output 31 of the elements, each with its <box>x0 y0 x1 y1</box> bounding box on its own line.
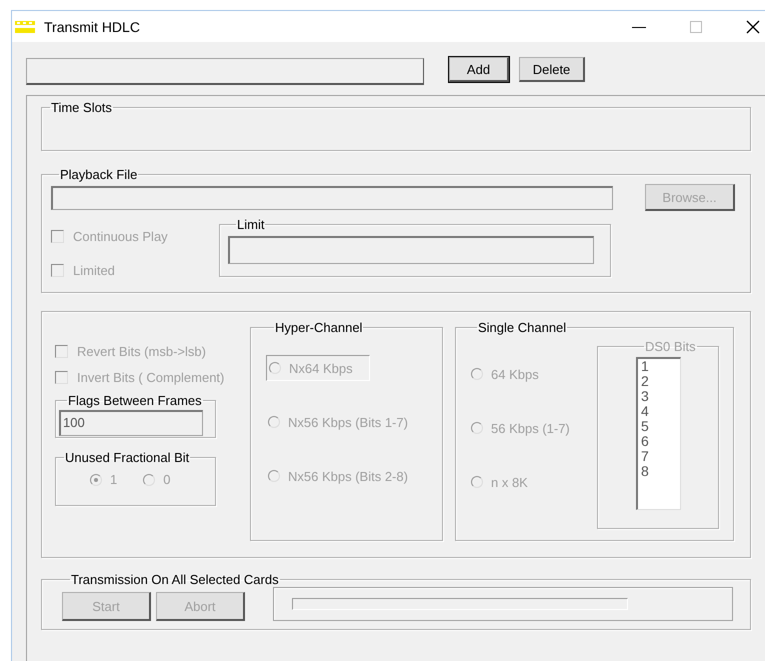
limit-field[interactable] <box>228 236 594 264</box>
file-field[interactable] <box>51 186 613 210</box>
toolbar-button[interactable]: Delete <box>519 57 585 82</box>
radio-label: 56 Kbps (1-7) <box>491 420 570 436</box>
group-title: Single Channel <box>477 320 568 335</box>
checkbox-label: Limited <box>73 263 115 278</box>
group-title: Playback File <box>59 167 138 182</box>
group-title: Time Slots <box>50 100 113 115</box>
group-title: Unused Fractional Bit <box>64 450 190 465</box>
text-field[interactable] <box>26 58 424 85</box>
checkbox-label: Invert Bits ( Complement) <box>77 370 224 385</box>
window-title: Transmit HDLC <box>44 18 140 34</box>
group-title: DS0 Bits <box>644 339 697 354</box>
checkbox-label: Revert Bits (msb->lsb) <box>77 344 206 359</box>
checkbox-label: Continuous Play <box>73 229 168 244</box>
app-icon <box>15 20 35 34</box>
toolbar-button[interactable]: Add <box>449 57 509 82</box>
radio-label: Nx56 Kbps (Bits 1-7) <box>288 414 408 430</box>
radio-label: 64 Kbps <box>491 366 539 382</box>
radio-label: 0 <box>163 472 170 487</box>
close-icon[interactable] <box>746 20 760 34</box>
radio-label: n x 8K <box>491 474 528 490</box>
group-title: Transmission On All Selected Cards <box>70 572 280 587</box>
maximize-icon[interactable] <box>690 20 702 32</box>
radio-label: 1 <box>110 472 118 487</box>
group-title: Hyper-Channel <box>274 320 364 335</box>
flags-field[interactable]: 100 <box>59 410 203 436</box>
group-title: Flags Between Frames <box>67 393 203 408</box>
radio-label: Nx64 Kbps <box>289 360 353 376</box>
radio-label: Nx56 Kbps (Bits 2-8) <box>288 468 408 484</box>
group-title: Limit <box>236 217 266 232</box>
